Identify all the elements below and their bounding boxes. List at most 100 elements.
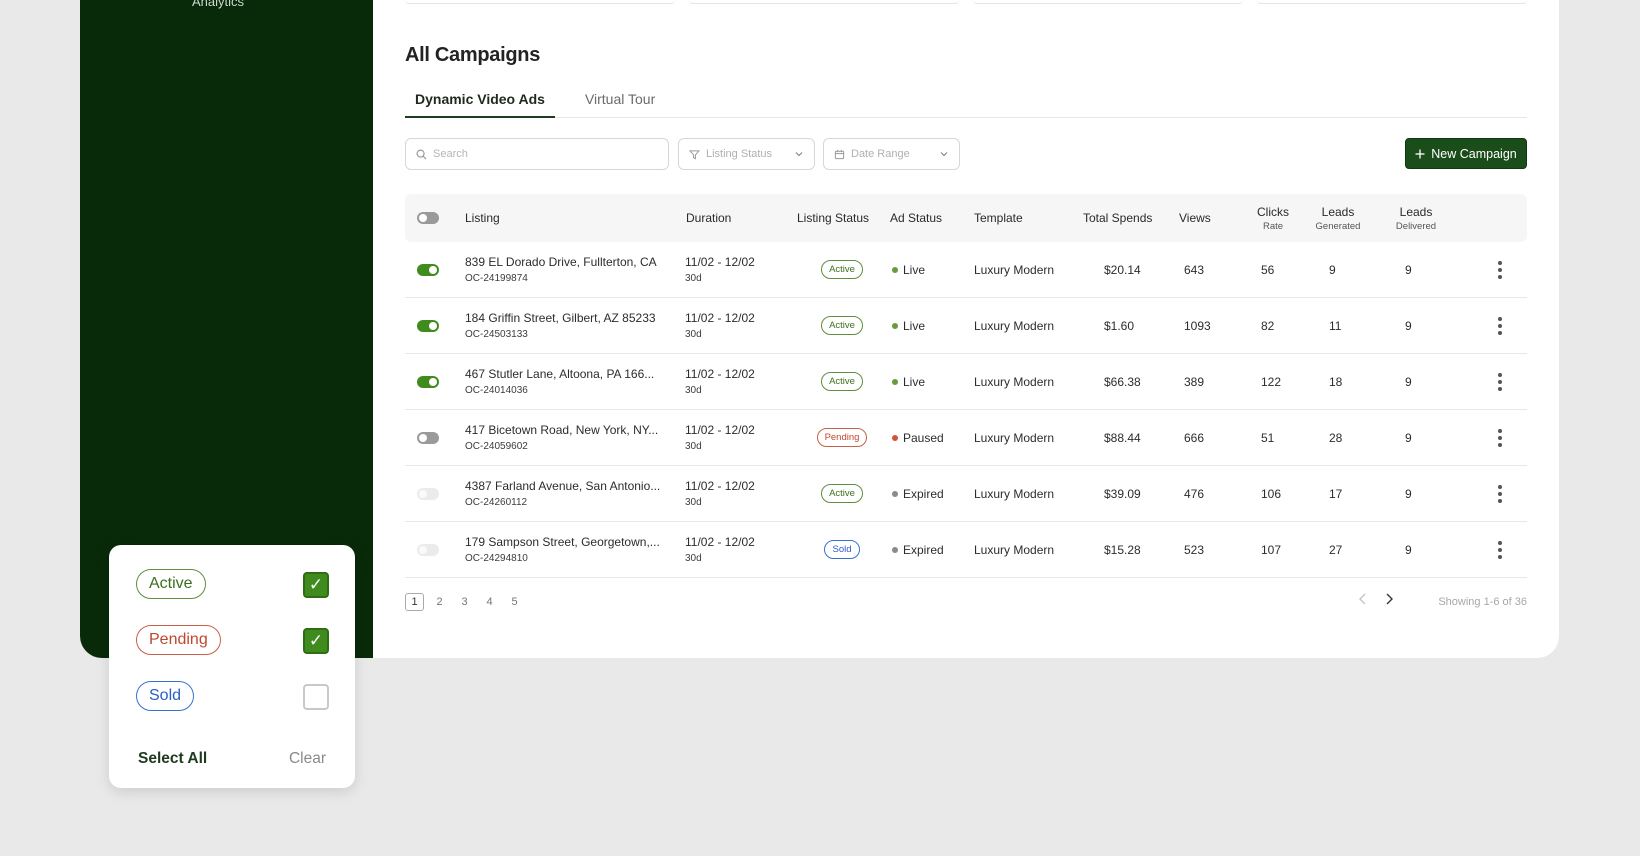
- header-listing-status[interactable]: Listing Status: [797, 194, 869, 242]
- listing-id: OC-24059602: [465, 441, 528, 452]
- header-leads-del-title: Leads: [1399, 204, 1433, 219]
- table-row[interactable]: 4387 Farland Avenue, San Antonio... OC-2…: [405, 466, 1527, 522]
- active-checkbox[interactable]: ✓: [303, 572, 329, 598]
- date-range-dropdown[interactable]: Date Range: [823, 138, 960, 170]
- header-leads-generated[interactable]: Leads Generated: [1303, 194, 1373, 242]
- total-spends-cell: $66.38: [1104, 374, 1141, 389]
- campaign-toggle[interactable]: [417, 543, 439, 556]
- tab-virtual-tour[interactable]: Virtual Tour: [575, 88, 665, 118]
- campaign-tabs: Dynamic Video Ads Virtual Tour: [405, 88, 1527, 118]
- total-spends-cell: $1.60: [1104, 318, 1135, 333]
- leads-generated-cell: 28: [1329, 430, 1343, 445]
- leads-generated-cell: 17: [1329, 486, 1343, 501]
- total-spends-cell: $88.44: [1104, 430, 1141, 445]
- header-views[interactable]: Views: [1179, 194, 1211, 242]
- ad-status-label: Live: [903, 374, 926, 389]
- tab-dynamic-video-ads[interactable]: Dynamic Video Ads: [405, 88, 555, 118]
- more-options-icon[interactable]: [1498, 540, 1502, 559]
- page-number[interactable]: 5: [505, 593, 524, 611]
- campaign-toggle[interactable]: [417, 263, 439, 276]
- duration-cell: 11/02 - 12/02 30d: [685, 410, 755, 465]
- table-row[interactable]: 179 Sampson Street, Georgetown,... OC-24…: [405, 522, 1527, 578]
- ad-status-cell: Expired: [892, 522, 944, 577]
- campaign-toggle[interactable]: [417, 319, 439, 332]
- search-input[interactable]: [433, 148, 653, 160]
- listing-address[interactable]: 467 Stutler Lane, Altoona, PA 166...: [465, 367, 654, 381]
- filter-option-pending: Pending: [136, 625, 221, 658]
- header-total-spends[interactable]: Total Spends: [1083, 194, 1152, 242]
- search-icon: [416, 149, 427, 160]
- header-clicks-rate[interactable]: Clicks Rate: [1245, 194, 1301, 242]
- select-all-button[interactable]: Select All: [138, 750, 207, 768]
- clicks-rate-cell: 106: [1261, 486, 1282, 501]
- template-cell: Luxury Modern: [974, 542, 1055, 557]
- more-options-icon[interactable]: [1498, 372, 1502, 391]
- active-chip[interactable]: Active: [136, 569, 206, 599]
- chevron-left-icon[interactable]: [1358, 592, 1368, 606]
- more-options-icon[interactable]: [1498, 316, 1502, 335]
- status-dot-icon: [892, 322, 898, 329]
- page-number[interactable]: 2: [430, 593, 449, 611]
- listing-status-dropdown[interactable]: Listing Status: [678, 138, 815, 170]
- page-title: All Campaigns: [405, 44, 541, 66]
- duration-days: 30d: [685, 441, 702, 452]
- listing-address[interactable]: 417 Bicetown Road, New York, NY...: [465, 423, 658, 437]
- template-cell: Luxury Modern: [974, 262, 1055, 277]
- duration-days: 30d: [685, 553, 702, 564]
- status-dot-icon: [892, 266, 898, 273]
- table-row[interactable]: 839 EL Dorado Drive, Fullterton, CA OC-2…: [405, 242, 1527, 298]
- listing-status-cell: Active: [797, 298, 887, 353]
- new-campaign-button[interactable]: New Campaign: [1405, 138, 1527, 169]
- status-dot-icon: [892, 434, 898, 441]
- filter-option-sold: Sold: [136, 681, 195, 714]
- duration-cell: 11/02 - 12/02 30d: [685, 242, 755, 297]
- listing-address[interactable]: 184 Griffin Street, Gilbert, AZ 85233: [465, 311, 656, 325]
- page-number[interactable]: 4: [480, 593, 499, 611]
- header-leads-delivered[interactable]: Leads Delivered: [1381, 194, 1451, 242]
- listing-status-cell: Active: [797, 466, 887, 521]
- row-actions: [1498, 522, 1502, 577]
- pending-chip[interactable]: Pending: [136, 625, 221, 655]
- leads-delivered-cell: 9: [1405, 486, 1412, 501]
- listing-address[interactable]: 839 EL Dorado Drive, Fullterton, CA: [465, 255, 657, 269]
- table-row[interactable]: 417 Bicetown Road, New York, NY... OC-24…: [405, 410, 1527, 466]
- pending-checkbox[interactable]: ✓: [303, 628, 329, 654]
- duration-dates: 11/02 - 12/02: [685, 423, 755, 437]
- clear-button[interactable]: Clear: [289, 750, 326, 768]
- chevron-right-icon[interactable]: [1384, 592, 1394, 606]
- ad-status-cell: Expired: [892, 466, 944, 521]
- campaign-toggle[interactable]: [417, 487, 439, 500]
- sidebar-item-analytics[interactable]: Analytics: [192, 0, 244, 9]
- clicks-rate-cell: 56: [1261, 262, 1275, 277]
- table-row[interactable]: 467 Stutler Lane, Altoona, PA 166... OC-…: [405, 354, 1527, 410]
- listing-id: OC-24294810: [465, 553, 528, 564]
- views-cell: 643: [1184, 262, 1205, 277]
- leads-generated-cell: 18: [1329, 374, 1343, 389]
- header-duration[interactable]: Duration: [686, 194, 731, 242]
- listing-address[interactable]: 179 Sampson Street, Georgetown,...: [465, 535, 660, 549]
- campaign-toggle[interactable]: [417, 375, 439, 388]
- header-listing[interactable]: Listing: [465, 194, 500, 242]
- header-ad-status[interactable]: Ad Status: [890, 194, 942, 242]
- header-template[interactable]: Template: [974, 194, 1023, 242]
- more-options-icon[interactable]: [1498, 260, 1502, 279]
- ad-status: Expired: [892, 487, 944, 501]
- total-spends-cell: $15.28: [1104, 542, 1141, 557]
- ad-status: Live: [892, 375, 925, 389]
- select-all-toggle[interactable]: [417, 212, 439, 224]
- listing-address[interactable]: 4387 Farland Avenue, San Antonio...: [465, 479, 660, 493]
- campaign-toggle[interactable]: [417, 431, 439, 444]
- sold-chip[interactable]: Sold: [136, 681, 195, 711]
- campaigns-table: Listing Duration Listing Status Ad Statu…: [405, 194, 1527, 578]
- ad-status-label: Live: [903, 318, 926, 333]
- status-badge: Active: [821, 372, 863, 391]
- table-row[interactable]: 184 Griffin Street, Gilbert, AZ 85233 OC…: [405, 298, 1527, 354]
- sold-checkbox[interactable]: [303, 684, 329, 710]
- more-options-icon[interactable]: [1498, 428, 1502, 447]
- more-options-icon[interactable]: [1498, 484, 1502, 503]
- page-number[interactable]: 1: [405, 593, 424, 611]
- leads-delivered-cell: 9: [1405, 374, 1412, 389]
- listing-status-cell: Active: [797, 242, 887, 297]
- template-cell: Luxury Modern: [974, 374, 1055, 389]
- page-number[interactable]: 3: [455, 593, 474, 611]
